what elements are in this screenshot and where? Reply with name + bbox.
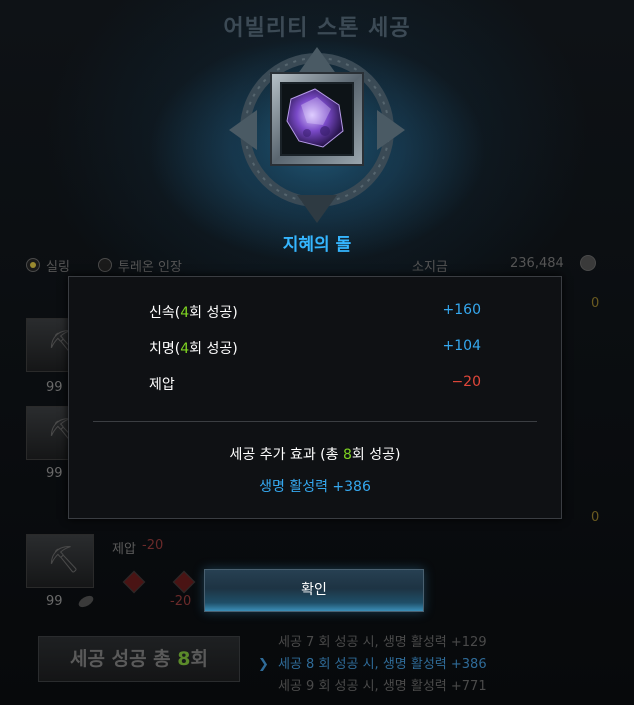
holdings-label: 소지금 <box>412 260 448 275</box>
stat-row-swiftness: 신속(4회 성공) +160 <box>149 302 481 322</box>
result-modal: 신속(4회 성공) +160 치명(4회 성공) +104 제압 −20 세공 … <box>68 276 562 519</box>
stat-row-subdue: 제압 −20 <box>149 374 481 394</box>
stat-label: 치명(4회 성공) <box>149 341 238 357</box>
radio-seal[interactable] <box>98 258 112 272</box>
coin-icon <box>580 255 596 271</box>
total-success-box: 세공 성공 총 8회 <box>38 636 240 682</box>
penalty-label: 제압 <box>112 542 136 557</box>
right-value-bottom: 0 <box>591 510 600 525</box>
stone-emblem <box>229 45 405 223</box>
confirm-button[interactable]: 확인 <box>204 569 424 612</box>
total-count: 8 <box>177 648 191 670</box>
engrave-slot-3[interactable]: ⛏ <box>26 534 94 588</box>
extra-effect-value: 생명 활성력 +386 <box>259 479 371 495</box>
stat-row-crit: 치명(4회 성공) +104 <box>149 338 481 358</box>
bonus-item-current: ❯ 세공 8 회 성공 시, 생명 활성력 +386 <box>258 654 487 676</box>
total-suffix: 회 <box>190 648 208 670</box>
stat-value: −20 <box>451 374 481 390</box>
slot-count-1: 99 <box>46 380 63 395</box>
bonus-list: 세공 7 회 성공 시, 생명 활성력 +129 ❯ 세공 8 회 성공 시, … <box>258 632 487 698</box>
currency-row: 실링 투레온 인장 소지금 236,484 <box>26 255 606 275</box>
divider <box>93 421 537 422</box>
radio-silver-label: 실링 <box>46 260 70 275</box>
radio-seal-label: 투레온 인장 <box>118 260 182 275</box>
bonus-item: 세공 9 회 성공 시, 생명 활성력 +771 <box>278 679 487 694</box>
stat-value: +160 <box>442 302 481 318</box>
slot-count-2: 99 <box>46 466 63 481</box>
holdings-value: 236,484 <box>510 256 564 271</box>
slot-count-3: 99 <box>46 594 63 609</box>
penalty-value-2: -20 <box>170 594 192 609</box>
radio-silver[interactable] <box>26 258 40 272</box>
stat-label: 신속(4회 성공) <box>149 305 238 321</box>
stat-value: +104 <box>442 338 481 354</box>
stone-name: 지혜의 돌 <box>282 235 352 255</box>
extra-effect-title: 세공 추가 효과 (총 8회 성공) <box>229 447 401 463</box>
stat-label: 제압 <box>149 377 175 393</box>
total-prefix: 세공 성공 총 <box>70 648 178 670</box>
bonus-item: 세공 7 회 성공 시, 생명 활성력 +129 <box>278 635 487 650</box>
right-value-top: 0 <box>591 296 600 311</box>
penalty-value: -20 <box>142 538 164 553</box>
pickaxe-icon: ⛏ <box>47 545 81 575</box>
window-title: 어빌리티 스톤 세공 <box>223 16 411 41</box>
bonus-item-current-text: 세공 8 회 성공 시, 생명 활성력 +386 <box>278 657 487 672</box>
chevron-right-icon: ❯ <box>258 657 269 672</box>
